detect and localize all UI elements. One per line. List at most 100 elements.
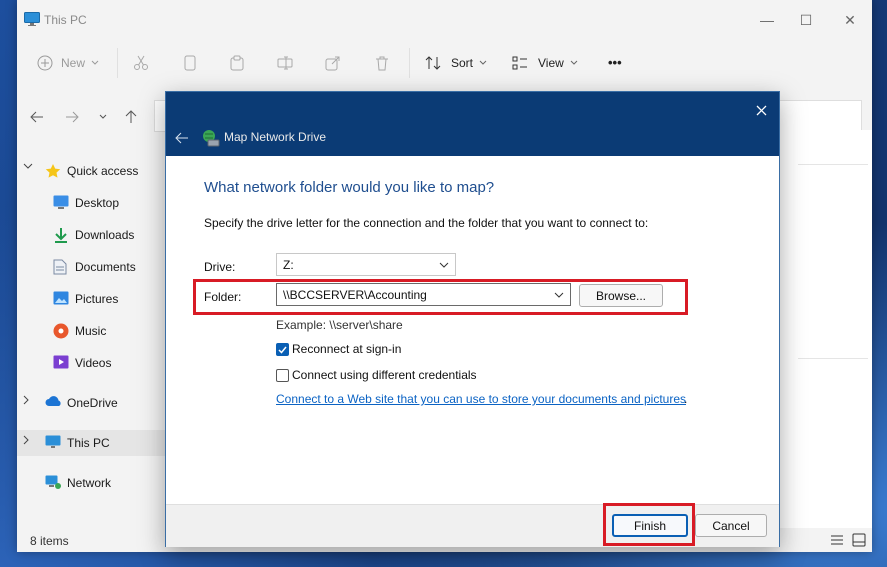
chevron-down-icon — [99, 114, 107, 119]
dialog-description: Specify the drive letter for the connect… — [204, 216, 649, 230]
scissors-icon — [134, 55, 148, 70]
download-icon — [55, 228, 67, 243]
reconnect-checkbox[interactable] — [276, 343, 289, 356]
sidebar-item-label: Documents — [75, 260, 136, 274]
folder-highlight-box — [193, 279, 688, 315]
drive-label: Drive: — [204, 260, 236, 274]
sidebar-item-videos[interactable]: Videos — [17, 350, 165, 376]
view-button[interactable]: View — [512, 53, 578, 73]
up-button[interactable] — [121, 107, 141, 127]
sidebar-item-quick-access[interactable]: Quick access — [17, 158, 165, 184]
sidebar-item-label: OneDrive — [67, 396, 118, 410]
cloud-icon — [45, 396, 61, 406]
sidebar-item-label: Downloads — [75, 228, 135, 242]
new-label: New — [61, 56, 86, 70]
desktop-icon — [53, 195, 69, 209]
share-icon — [325, 56, 340, 71]
checkmark-icon — [278, 346, 287, 354]
forward-button[interactable] — [62, 107, 82, 127]
sidebar-item-label: Desktop — [75, 196, 120, 210]
chevron-down-icon — [479, 60, 487, 65]
trash-icon — [376, 56, 388, 71]
music-icon — [53, 323, 69, 339]
web-site-link[interactable]: Connect to a Web site that you can use t… — [276, 392, 686, 406]
star-icon — [45, 164, 61, 178]
sort-label: Sort — [451, 56, 474, 70]
different-credentials-label: Connect using different credentials — [292, 368, 477, 382]
dialog-back-button[interactable] — [172, 128, 192, 148]
drive-select[interactable]: Z: — [276, 253, 456, 276]
delete-button[interactable] — [374, 53, 390, 73]
divider — [798, 164, 868, 165]
pictures-icon — [53, 291, 69, 305]
title-bar: This PC — ☐ ✕ — [17, 0, 872, 40]
arrow-left-icon — [30, 111, 43, 123]
sort-button[interactable]: Sort — [425, 53, 487, 73]
sidebar-item-label: Videos — [75, 356, 112, 370]
sidebar-item-label: Music — [75, 324, 107, 338]
arrow-left-icon — [175, 132, 188, 144]
chevron-down-icon — [439, 262, 449, 268]
dialog-footer: Finish Cancel — [166, 503, 779, 547]
sidebar-item-label: This PC — [67, 436, 110, 450]
chevron-right-icon — [23, 435, 29, 445]
sidebar-item-documents[interactable]: Documents — [17, 254, 165, 280]
share-button[interactable] — [325, 53, 341, 73]
sidebar-item-label: Network — [67, 476, 112, 490]
sidebar-item-label: Quick access — [67, 164, 139, 178]
cut-button[interactable] — [133, 53, 149, 73]
rename-button[interactable] — [277, 53, 293, 73]
sidebar-item-music[interactable]: Music — [17, 318, 165, 344]
sidebar-item-downloads[interactable]: Downloads — [17, 222, 165, 248]
sidebar-item-this-pc[interactable]: This PC — [17, 430, 165, 456]
chevron-down-icon — [23, 163, 33, 169]
different-credentials-checkbox[interactable] — [276, 369, 289, 382]
chevron-down-icon — [91, 60, 99, 65]
dialog-heading: What network folder would you like to ma… — [204, 179, 495, 196]
status-item-count: 8 items — [30, 534, 69, 548]
sidebar-item-pictures[interactable]: Pictures — [17, 286, 165, 312]
clipboard-icon — [230, 55, 244, 71]
dialog-header: Map Network Drive — [166, 92, 779, 156]
more-options-button[interactable]: ••• — [608, 52, 622, 72]
documents-icon — [53, 259, 67, 275]
sidebar-item-label: Pictures — [75, 292, 119, 306]
arrow-right-icon — [66, 111, 79, 123]
cancel-button[interactable]: Cancel — [695, 514, 767, 537]
tiles-view-icon[interactable] — [852, 533, 866, 547]
back-button[interactable] — [27, 107, 47, 127]
recent-locations-button[interactable] — [93, 107, 113, 127]
sidebar-item-network[interactable]: Network — [17, 470, 165, 496]
close-window-button[interactable]: ✕ — [832, 8, 868, 32]
minimize-button[interactable]: — — [749, 8, 785, 32]
view-label: View — [538, 56, 564, 70]
network-icon — [45, 475, 61, 489]
plus-circle-icon — [37, 55, 53, 71]
folder-example-text: Example: \\server\share — [276, 318, 403, 332]
dialog-title: Map Network Drive — [224, 130, 327, 144]
divider — [798, 358, 868, 359]
rename-icon — [277, 56, 293, 70]
link-suffix: . — [684, 392, 688, 406]
sort-icon — [425, 56, 441, 70]
sidebar-item-onedrive[interactable]: OneDrive — [17, 390, 165, 416]
copy-button[interactable] — [182, 53, 198, 73]
dialog-close-button[interactable] — [749, 98, 773, 122]
copy-icon — [184, 55, 196, 71]
maximize-button[interactable]: ☐ — [788, 8, 824, 32]
reconnect-label: Reconnect at sign-in — [292, 342, 402, 356]
chevron-right-icon — [23, 395, 29, 405]
toolbar-divider — [117, 48, 118, 78]
navigation-pane: Quick access Desktop Downloads Documents… — [17, 155, 165, 525]
paste-button[interactable] — [229, 53, 245, 73]
view-icon — [512, 56, 527, 70]
arrow-up-icon — [125, 110, 137, 123]
sidebar-item-desktop[interactable]: Desktop — [17, 190, 165, 216]
new-button[interactable]: New — [37, 53, 99, 73]
details-view-icon[interactable] — [830, 534, 844, 546]
this-pc-icon — [45, 435, 61, 448]
finish-highlight-box — [603, 503, 695, 546]
chevron-down-icon — [570, 60, 578, 65]
close-icon — [756, 105, 766, 115]
this-pc-icon — [24, 12, 40, 26]
